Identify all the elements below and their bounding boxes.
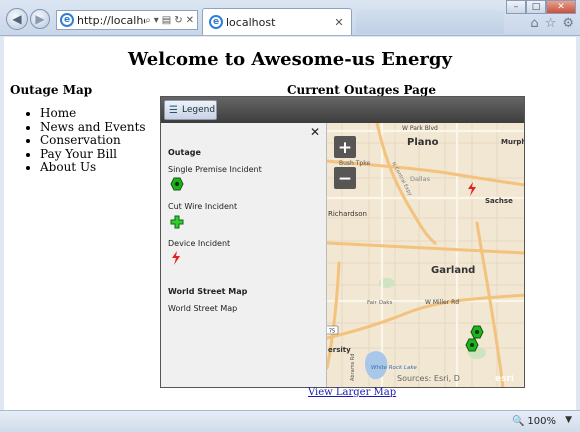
nav-item-home[interactable]: Home xyxy=(40,106,146,121)
ie-page-icon: e xyxy=(60,13,74,27)
legend-basemap-item: World Street Map xyxy=(168,304,238,313)
tab-title: localhost xyxy=(226,15,276,29)
zoom-level: 100% xyxy=(527,416,556,427)
address-bar[interactable]: e http://localhost ⌕ ▾ ▤ ↻ ✕ xyxy=(56,10,198,30)
address-text[interactable]: http://localhost xyxy=(77,14,145,27)
sidebar-heading: Outage Map xyxy=(10,83,93,97)
nav-item-about[interactable]: About Us xyxy=(40,160,146,175)
zoom-indicator[interactable]: 🔍 100% xyxy=(512,416,556,427)
compatibility-icon[interactable]: ▤ xyxy=(162,15,171,26)
route-75-label: 75 xyxy=(329,329,335,335)
forward-button[interactable]: ▶ xyxy=(30,9,50,29)
nav-item-news[interactable]: News and Events xyxy=(40,120,146,135)
back-arrow-icon: ◀ xyxy=(12,12,22,26)
sidebar-nav: Home News and Events Conservation Pay Yo… xyxy=(30,106,146,175)
gear-icon[interactable]: ⚙ xyxy=(562,16,574,31)
window-controls: – □ ✕ xyxy=(506,0,576,14)
esri-logo: esri xyxy=(495,374,514,384)
content-heading: Current Outages Page xyxy=(287,83,436,97)
back-button[interactable]: ◀ xyxy=(6,8,28,30)
nav-item-pay-bill[interactable]: Pay Your Bill xyxy=(40,147,146,162)
search-icon[interactable]: ⌕ xyxy=(145,15,151,26)
tab-close-icon[interactable]: ✕ xyxy=(331,16,347,29)
forward-arrow-icon: ▶ xyxy=(35,12,45,26)
map-label-miller: W Miller Rd xyxy=(425,299,459,306)
cut-wire-incident-icon xyxy=(170,215,184,229)
zoom-out-icon: − xyxy=(338,169,352,189)
map-label-university: ersity xyxy=(328,346,351,354)
premise-incident-marker[interactable] xyxy=(470,325,484,339)
map-widget: ☰ Legend ✕ Outage Single Premise Inciden… xyxy=(160,96,525,388)
map-label-white-rock: White Rock Lake xyxy=(371,365,418,371)
zoom-magnifier-icon: 🔍 xyxy=(511,416,525,427)
favorites-star-icon[interactable]: ☆ xyxy=(545,16,557,31)
premise-incident-marker[interactable] xyxy=(465,338,479,352)
street-map[interactable]: 75 W Park Blvd Plano Murph Bush Tpke N C… xyxy=(327,123,525,388)
close-icon[interactable]: ✕ xyxy=(310,125,320,139)
inactive-tab[interactable] xyxy=(356,10,504,34)
map-label-park-blvd: W Park Blvd xyxy=(402,125,438,132)
view-larger-map-link[interactable]: View Larger Map xyxy=(308,387,396,398)
map-label-dallas: Dallas xyxy=(410,175,431,183)
map-toolbar: ☰ Legend xyxy=(161,97,524,123)
map-label-fair-oaks: Fair Oaks xyxy=(367,300,392,306)
zoom-out-button[interactable]: − xyxy=(334,167,356,189)
premise-incident-icon xyxy=(170,177,184,191)
legend-panel: ✕ Outage Single Premise Incident Cut Wir… xyxy=(161,123,327,387)
legend-button-label: Legend xyxy=(181,105,216,115)
legend-basemap-heading: World Street Map xyxy=(168,287,248,296)
refresh-icon[interactable]: ↻ xyxy=(174,15,182,26)
home-icon[interactable]: ⌂ xyxy=(530,16,538,31)
map-label-abrams: Abrams Rd xyxy=(350,354,356,381)
legend-outage-heading: Outage xyxy=(168,148,201,157)
map-label-sachse: Sachse xyxy=(485,197,513,205)
legend-item-wire: Cut Wire Incident xyxy=(168,202,238,211)
status-bar: 🔍 100% ▼ xyxy=(0,410,580,432)
zoom-in-icon: + xyxy=(338,138,352,158)
legend-item-premise: Single Premise Incident xyxy=(168,165,262,174)
map-label-plano: Plano xyxy=(407,137,439,148)
site-title: Welcome to Awesome-us Energy xyxy=(128,49,452,70)
maximize-button[interactable]: □ xyxy=(526,0,546,14)
map-attribution: Sources: Esri, D xyxy=(397,374,460,383)
zoom-in-button[interactable]: + xyxy=(334,136,356,158)
device-incident-icon xyxy=(172,251,180,265)
list-icon: ☰ xyxy=(169,104,178,116)
browser-tab[interactable]: e localhost ✕ xyxy=(202,8,352,35)
map-label-murphy: Murph xyxy=(501,138,525,146)
minimize-button[interactable]: – xyxy=(506,0,526,14)
dropdown-icon[interactable]: ▾ xyxy=(154,15,159,26)
web-page: Welcome to Awesome-us Energy Outage Map … xyxy=(4,37,576,410)
browser-chrome: ◀ ▶ e http://localhost ⌕ ▾ ▤ ↻ ✕ e local… xyxy=(0,0,580,36)
map-label-richardson: Richardson xyxy=(328,210,367,218)
legend-item-device: Device Incident xyxy=(168,239,231,248)
stop-icon[interactable]: ✕ xyxy=(186,15,194,26)
nav-item-conservation[interactable]: Conservation xyxy=(40,133,146,148)
ie-tab-icon: e xyxy=(209,15,223,29)
map-label-garland: Garland xyxy=(431,265,475,276)
map-label-tollway: Bush Tpke xyxy=(339,160,370,167)
legend-button[interactable]: ☰ Legend xyxy=(164,100,217,120)
close-window-button[interactable]: ✕ xyxy=(546,0,576,14)
zoom-dropdown-icon[interactable]: ▼ xyxy=(565,415,572,425)
